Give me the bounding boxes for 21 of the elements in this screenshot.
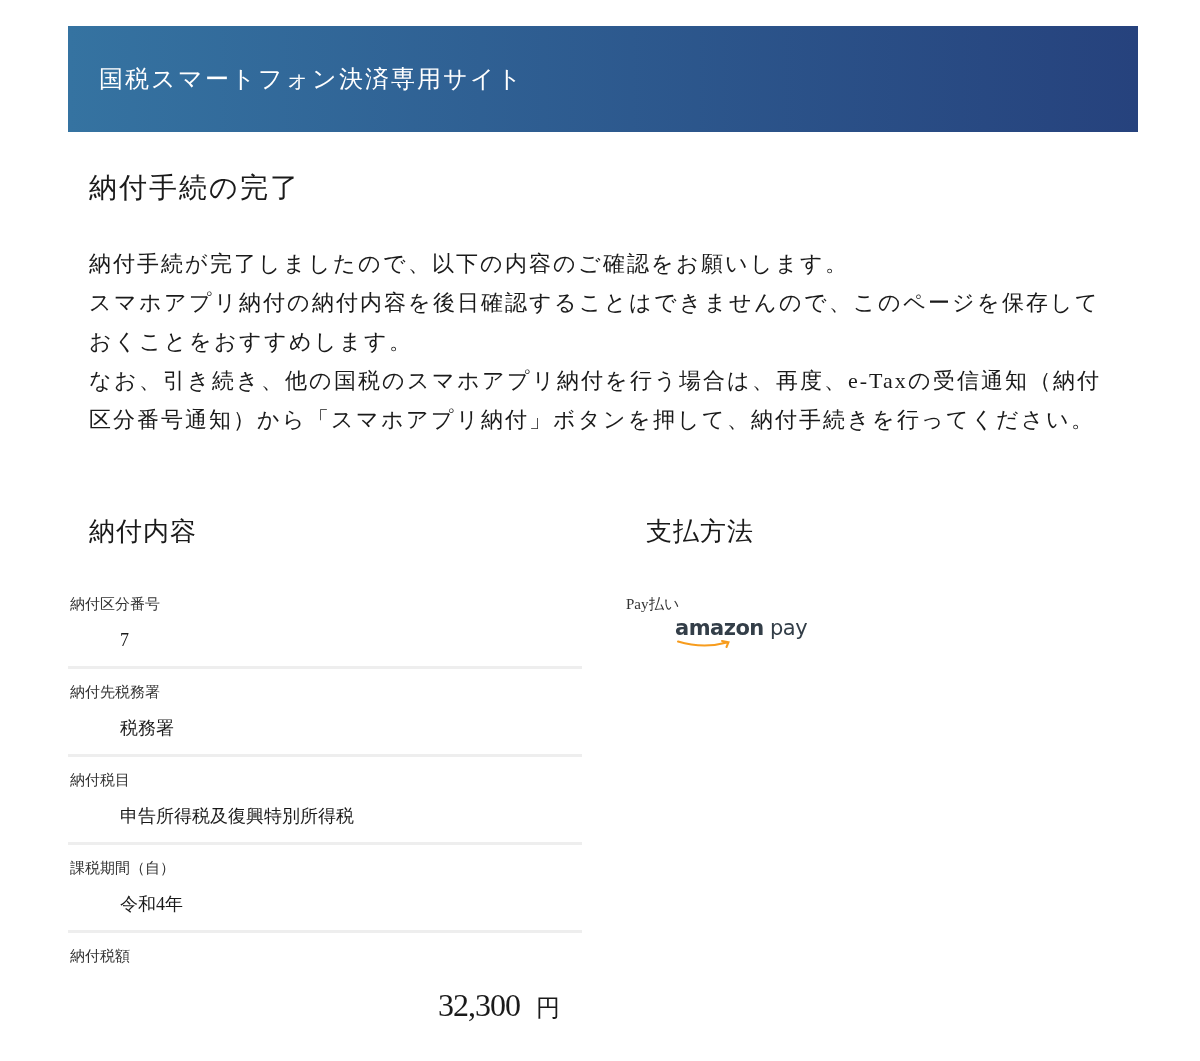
currency-unit: 円 (536, 994, 560, 1023)
field-value: 申告所得税及復興特別所得税 (120, 805, 354, 828)
section-heading: 支払方法 (646, 516, 754, 548)
field-label: 納付先税務署 (70, 683, 160, 702)
logo-wordmark: amazon pay (675, 616, 808, 640)
field-label: 納付税額 (70, 947, 130, 966)
page-heading: 納付手続の完了 (89, 171, 300, 205)
section-heading: 納付内容 (89, 516, 197, 548)
notice-text: 納付手続が完了しましたので、以下の内容のご確認をお願いします。 (89, 250, 850, 278)
notice-text: スマホアプリ納付の納付内容を後日確認することはできませんので、このページを保存しておくことをおすすめします。 (89, 289, 1101, 356)
field-value: 令和4年 (120, 893, 183, 916)
field-label: 納付区分番号 (70, 595, 160, 614)
field-label: 課税期間（自） (70, 859, 175, 878)
field-value: 7 (120, 629, 129, 652)
field-label: 納付税目 (70, 771, 130, 790)
field-value: 税務署 (120, 717, 174, 740)
amount-value: 32,300 (438, 986, 520, 1025)
notice-text: なお、引き続き、他の国税のスマホアプリ納付を行う場合は、再度、e-Taxの受信通知（納付区分番号通知）から「スマホアプリ納付」ボタンを押して、納付手続きを行ってください。 (89, 367, 1102, 434)
smile-arrow-icon (677, 640, 733, 648)
payment-method-label: Pay払い (626, 595, 679, 614)
site-title: 国税スマートフォン決済専用サイト (99, 65, 524, 94)
